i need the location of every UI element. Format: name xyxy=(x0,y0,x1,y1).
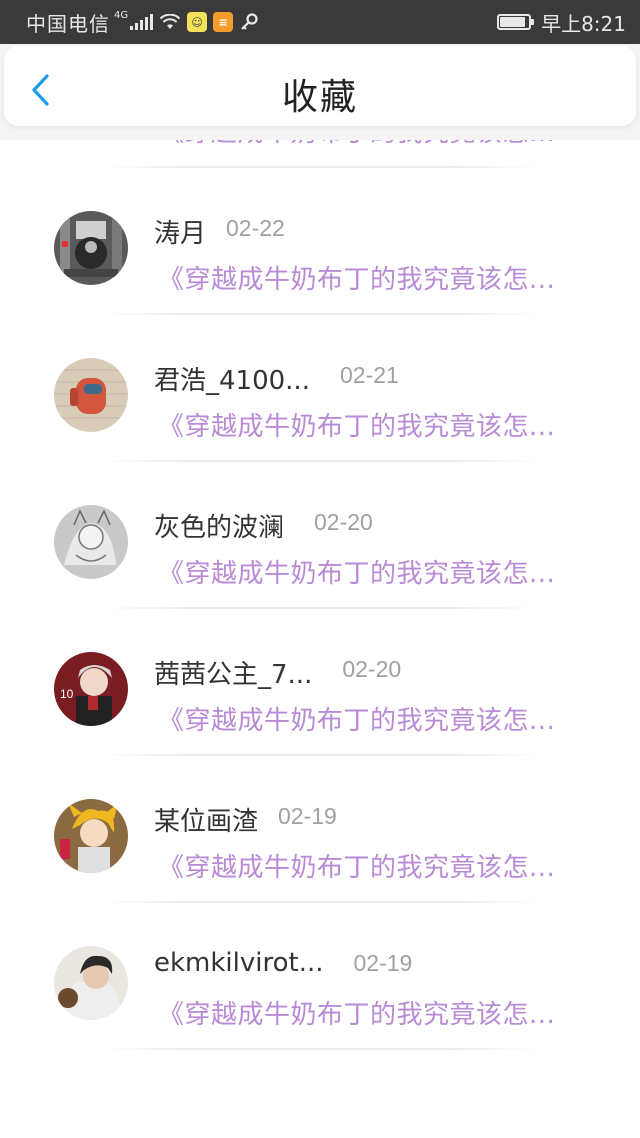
user-name: 涛月 xyxy=(154,219,207,249)
divider xyxy=(100,607,540,609)
avatar[interactable] xyxy=(54,211,128,285)
favorites-list[interactable]: 《穿越成牛奶布丁的我究竟该怎... 涛月 02-22 《穿越成牛奶布丁的我究竟该… xyxy=(0,140,640,1138)
favorite-item[interactable]: 10 茜茜公主_7... 02-20 《穿越成牛奶布丁的我究竟该怎... xyxy=(0,610,640,757)
favorite-item[interactable]: 《穿越成牛奶布丁的我究竟该怎... xyxy=(0,140,640,169)
favorite-item[interactable]: 灰色的波澜 02-20 《穿越成牛奶布丁的我究竟该怎... xyxy=(0,463,640,610)
app-notification-icon: ≡ xyxy=(213,12,234,32)
header-bar: 收藏 xyxy=(0,44,640,140)
avatar[interactable] xyxy=(54,358,128,432)
page-title: 收藏 xyxy=(281,77,358,118)
post-snippet[interactable]: 《穿越成牛奶布丁的我究竟该怎... xyxy=(158,553,586,590)
battery-icon xyxy=(497,14,535,30)
post-snippet[interactable]: 《穿越成牛奶布丁的我究竟该怎... xyxy=(158,140,586,149)
header-card: 收藏 xyxy=(4,46,636,126)
avatar-image: 10 xyxy=(54,652,128,726)
user-name: 君浩_4100... xyxy=(154,366,310,396)
avatar[interactable]: 10 xyxy=(54,652,128,726)
divider xyxy=(100,1048,540,1050)
carrier-label: 中国电信 xyxy=(26,11,110,36)
divider xyxy=(100,901,540,903)
avatar-image xyxy=(54,211,128,285)
favorite-item[interactable]: 某位画渣 02-19 《穿越成牛奶布丁的我究竟该怎... xyxy=(0,757,640,904)
divider xyxy=(100,166,540,168)
post-date: 02-22 xyxy=(226,215,285,241)
user-name: 某位画渣 xyxy=(154,807,259,837)
avatar-image xyxy=(54,799,128,873)
post-snippet[interactable]: 《穿越成牛奶布丁的我究竟该怎... xyxy=(158,259,586,296)
post-snippet[interactable]: 《穿越成牛奶布丁的我究竟该怎... xyxy=(158,406,586,443)
wifi-icon xyxy=(159,14,181,29)
favorite-item[interactable]: 涛月 02-22 《穿越成牛奶布丁的我究竟该怎... xyxy=(0,169,640,316)
signal-icon xyxy=(130,14,154,30)
post-date: 02-19 xyxy=(278,803,337,829)
post-snippet[interactable]: 《穿越成牛奶布丁的我究竟该怎... xyxy=(158,994,586,1031)
user-name: ekmkilvirot... xyxy=(154,948,324,978)
app-notification-icon: ☺ xyxy=(187,12,208,32)
avatar-image xyxy=(54,358,128,432)
post-date: 02-19 xyxy=(353,950,413,976)
user-name: 灰色的波澜 xyxy=(154,513,285,543)
avatar[interactable] xyxy=(54,946,128,1020)
avatar[interactable] xyxy=(54,799,128,873)
favorite-item[interactable]: ekmkilvirot... 02-19 《穿越成牛奶布丁的我究竟该怎... xyxy=(0,904,640,1051)
post-date: 02-20 xyxy=(342,656,402,682)
status-bar: 中国电信 4G ☺ ≡ 早上8:21 xyxy=(0,0,640,44)
avatar[interactable] xyxy=(54,505,128,579)
post-snippet[interactable]: 《穿越成牛奶布丁的我究竟该怎... xyxy=(158,700,586,737)
divider xyxy=(100,460,540,462)
user-name: 茜茜公主_7... xyxy=(154,660,313,690)
clock: 早上8:21 xyxy=(541,11,626,36)
avatar-image xyxy=(54,505,128,579)
favorite-item[interactable]: 君浩_4100... 02-21 《穿越成牛奶布丁的我究竟该怎... xyxy=(0,316,640,463)
key-icon xyxy=(241,13,258,30)
avatar-image xyxy=(54,946,128,1020)
post-snippet[interactable]: 《穿越成牛奶布丁的我究竟该怎... xyxy=(158,847,586,884)
post-date: 02-21 xyxy=(339,362,399,388)
post-date: 02-20 xyxy=(314,509,373,535)
divider xyxy=(100,754,540,756)
network-type: 4G xyxy=(114,9,129,21)
divider xyxy=(100,313,540,315)
svg-text:10: 10 xyxy=(60,687,74,701)
